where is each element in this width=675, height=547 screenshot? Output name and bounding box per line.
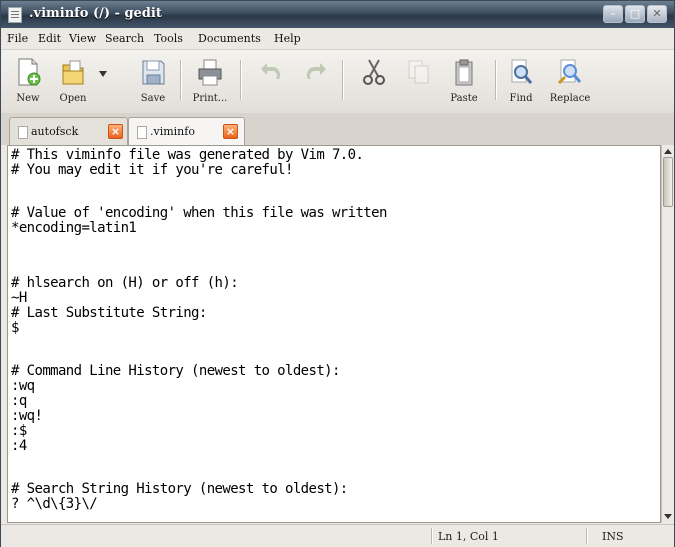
editor-line: # Value of 'encoding' when this file was… — [11, 205, 387, 221]
editor-line: # Command Line History (newest to oldest… — [11, 363, 340, 379]
cursor-position: Ln 1, Col 1 — [438, 530, 499, 543]
editor-line: # Last Substitute String: — [11, 305, 207, 321]
cut-button[interactable] — [356, 53, 392, 109]
open-folder-icon — [62, 60, 84, 85]
new-label: New — [16, 93, 40, 104]
editor-line: :wq! — [11, 408, 43, 424]
copy-button[interactable] — [401, 53, 437, 109]
status-divider — [431, 528, 432, 544]
editor-line: ~H — [11, 290, 27, 306]
document-icon — [137, 126, 147, 139]
print-button[interactable]: Print... — [189, 53, 231, 109]
menu-help[interactable]: Help — [274, 32, 301, 45]
printer-icon — [198, 59, 222, 86]
find-button[interactable]: Find — [504, 53, 538, 109]
tab-autofsck[interactable]: autofsck × — [9, 117, 128, 145]
maximize-button[interactable]: □ — [625, 5, 645, 23]
toolbar-separator — [342, 60, 343, 100]
toolbar: New Open Save Print... Paste Find Replac… — [1, 49, 674, 114]
status-bar: Ln 1, Col 1 INS — [1, 524, 674, 547]
window-title: .viminfo (/) - gedit — [29, 6, 162, 21]
paste-label: Paste — [450, 93, 478, 104]
editor-line: :$ — [11, 423, 27, 439]
chevron-down-icon — [99, 71, 107, 77]
find-label: Find — [509, 93, 533, 104]
paste-button[interactable]: Paste — [445, 53, 483, 109]
replace-button[interactable]: Replace — [545, 53, 595, 109]
document-tabs: autofsck × .viminfo × — [1, 113, 674, 146]
scrollbar-thumb[interactable] — [663, 157, 673, 207]
tab-viminfo[interactable]: .viminfo × — [128, 117, 245, 146]
tab-close-icon[interactable]: × — [108, 124, 123, 139]
menu-bar: File Edit View Search Tools Documents He… — [1, 29, 674, 49]
menu-view[interactable]: View — [69, 32, 96, 45]
editor-line: # This viminfo file was generated by Vim… — [11, 147, 364, 163]
toolbar-separator — [180, 60, 181, 100]
open-recent-dropdown[interactable] — [96, 53, 110, 109]
scroll-down-icon[interactable] — [664, 514, 672, 519]
title-bar[interactable]: .viminfo (/) - gedit – □ ✕ — [1, 1, 674, 28]
find-replace-icon — [557, 59, 582, 85]
replace-label: Replace — [549, 93, 591, 104]
gedit-window: .viminfo (/) - gedit – □ ✕ File Edit Vie… — [0, 0, 675, 547]
redo-button[interactable] — [296, 53, 332, 109]
close-button[interactable]: ✕ — [647, 5, 667, 23]
editor-line: # You may edit it if you're careful! — [11, 162, 293, 178]
tab-label: .viminfo — [150, 125, 195, 138]
editor-line: $ — [11, 320, 19, 336]
vertical-scrollbar[interactable] — [661, 145, 674, 523]
print-label: Print... — [192, 93, 228, 104]
editor-line: *encoding=latin1 — [11, 220, 137, 236]
copy-icon — [408, 60, 429, 84]
editor-line: :q — [11, 393, 27, 409]
tab-close-icon[interactable]: × — [223, 124, 238, 139]
open-label: Open — [59, 93, 87, 104]
scroll-up-icon[interactable] — [664, 149, 672, 154]
text-editor-icon — [8, 7, 22, 23]
tab-label: autofsck — [31, 125, 79, 138]
clipboard-icon — [455, 59, 473, 86]
toolbar-separator — [240, 60, 241, 100]
search-icon — [511, 59, 533, 84]
minimize-button[interactable]: – — [603, 5, 623, 23]
redo-icon — [306, 63, 326, 79]
undo-button[interactable] — [255, 53, 291, 109]
save-button[interactable]: Save — [134, 53, 172, 109]
new-document-icon — [18, 58, 41, 86]
menu-edit[interactable]: Edit — [38, 32, 61, 45]
new-button[interactable]: New — [7, 53, 49, 109]
toolbar-separator — [495, 60, 496, 100]
scissors-icon — [363, 59, 385, 85]
save-icon — [142, 60, 165, 85]
editor-line: :wq — [11, 378, 35, 394]
insert-mode-indicator: INS — [602, 530, 624, 543]
text-editor[interactable]: # This viminfo file was generated by Vim… — [7, 145, 661, 523]
undo-icon — [261, 63, 281, 79]
editor-line: :4 — [11, 438, 27, 454]
save-label: Save — [140, 93, 166, 104]
status-divider — [586, 528, 587, 544]
document-icon — [18, 126, 28, 139]
menu-search[interactable]: Search — [105, 32, 144, 45]
menu-file[interactable]: File — [7, 32, 28, 45]
editor-line: ? ^\d\{3}\/ — [11, 496, 98, 512]
editor-line: # hlsearch on (H) or off (h): — [11, 275, 239, 291]
menu-documents[interactable]: Documents — [198, 32, 261, 45]
menu-tools[interactable]: Tools — [154, 32, 183, 45]
open-button[interactable]: Open — [53, 53, 93, 109]
editor-line: # Search String History (newest to oldes… — [11, 481, 348, 497]
